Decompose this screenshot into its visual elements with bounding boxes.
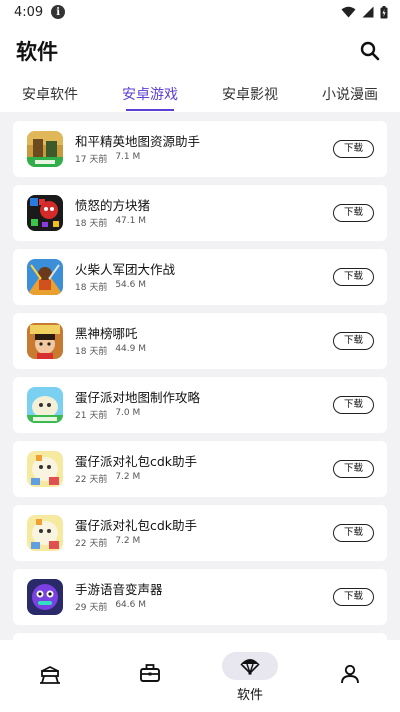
app-size: 7.0 M [115,407,141,418]
app-name: 蛋仔派对礼包cdk助手 [75,517,198,533]
app-size: 54.6 M [115,279,146,290]
tab-android-games[interactable]: 安卓游戏 [100,78,200,112]
list-item[interactable]: 愤怒的方块猪 18 天前 47.1 M 下载 [13,185,387,241]
parachute-icon [240,659,260,676]
app-name: 蛋仔派对地图制作攻略 [75,389,201,405]
app-age: 29 天前 [75,602,108,613]
app-icon [27,131,63,167]
app-icon [27,195,63,231]
tab-android-software[interactable]: 安卓软件 [0,78,100,112]
app-age: 17 天前 [75,154,108,165]
app-list[interactable]: 和平精英地图资源助手 17 天前 7.1 M 下载 愤怒的方块猪 18 天前 4… [0,112,400,640]
list-item[interactable]: 黑神榜哪吒 18 天前 44.9 M 下载 [13,313,387,369]
signal-icon [362,6,374,18]
list-item[interactable]: 蛋仔派对礼包cdk助手 22 天前 7.2 M 下载 [13,505,387,561]
download-button[interactable]: 下载 [333,140,374,158]
list-item[interactable]: 蛋仔派对地图制作攻略 21 天前 7.0 M 下载 [13,377,387,433]
app-size: 7.2 M [115,471,141,482]
app-icon [27,259,63,295]
list-item[interactable] [13,633,387,640]
battery-icon [380,5,388,18]
app-icon [27,451,63,487]
person-icon [341,664,359,684]
app-icon [27,323,63,359]
status-time: 4:09 [14,4,44,20]
app-size: 64.6 M [115,599,146,610]
nav-item-profile[interactable] [300,640,400,712]
nav-item-stand[interactable] [0,640,100,712]
toolbox-icon [140,664,160,682]
search-icon [360,41,380,61]
nav-item-software[interactable]: 软件 [200,640,300,712]
info-icon: i [51,5,66,19]
app-age: 18 天前 [75,282,108,293]
search-button[interactable] [356,37,384,65]
app-age: 22 天前 [75,474,108,485]
app-size: 47.1 M [115,215,146,226]
tab-android-video[interactable]: 安卓影视 [200,78,300,112]
app-icon [27,579,63,615]
download-button[interactable]: 下载 [333,524,374,542]
stand-icon [40,666,60,684]
nav-active-indicator [222,652,278,680]
page-title: 软件 [16,40,58,64]
download-button[interactable]: 下载 [333,332,374,350]
app-size: 7.2 M [115,535,141,546]
download-button[interactable]: 下载 [333,588,374,606]
app-size: 7.1 M [115,151,141,162]
list-item[interactable]: 手游语音变声器 29 天前 64.6 M 下载 [13,569,387,625]
list-item[interactable]: 和平精英地图资源助手 17 天前 7.1 M 下载 [13,121,387,177]
app-name: 愤怒的方块猪 [75,197,151,213]
app-icon [27,515,63,551]
app-name: 蛋仔派对礼包cdk助手 [75,453,198,469]
status-bar: 4:09 i [0,0,400,24]
nav-item-toolbox[interactable] [100,640,200,712]
download-button[interactable]: 下载 [333,268,374,286]
list-item[interactable]: 蛋仔派对礼包cdk助手 22 天前 7.2 M 下载 [13,441,387,497]
app-age: 18 天前 [75,346,108,357]
category-tabs: 安卓软件 安卓游戏 安卓影视 小说漫画 [0,78,400,112]
wifi-icon [341,6,356,18]
app-name: 火柴人军团大作战 [75,261,176,277]
tab-novels-comics[interactable]: 小说漫画 [300,78,400,112]
app-name: 黑神榜哪吒 [75,325,138,341]
app-name: 手游语音变声器 [75,581,163,597]
list-item[interactable]: 火柴人军团大作战 18 天前 54.6 M 下载 [13,249,387,305]
app-bar: 软件 [0,24,400,78]
download-button[interactable]: 下载 [333,204,374,222]
download-button[interactable]: 下载 [333,396,374,414]
app-age: 22 天前 [75,538,108,549]
app-icon [27,387,63,423]
download-button[interactable]: 下载 [333,460,374,478]
bottom-nav: 软件 [0,640,400,712]
app-name: 和平精英地图资源助手 [75,133,201,149]
app-age: 21 天前 [75,410,108,421]
app-size: 44.9 M [115,343,146,354]
nav-label-software: 软件 [236,688,263,703]
app-age: 18 天前 [75,218,108,229]
